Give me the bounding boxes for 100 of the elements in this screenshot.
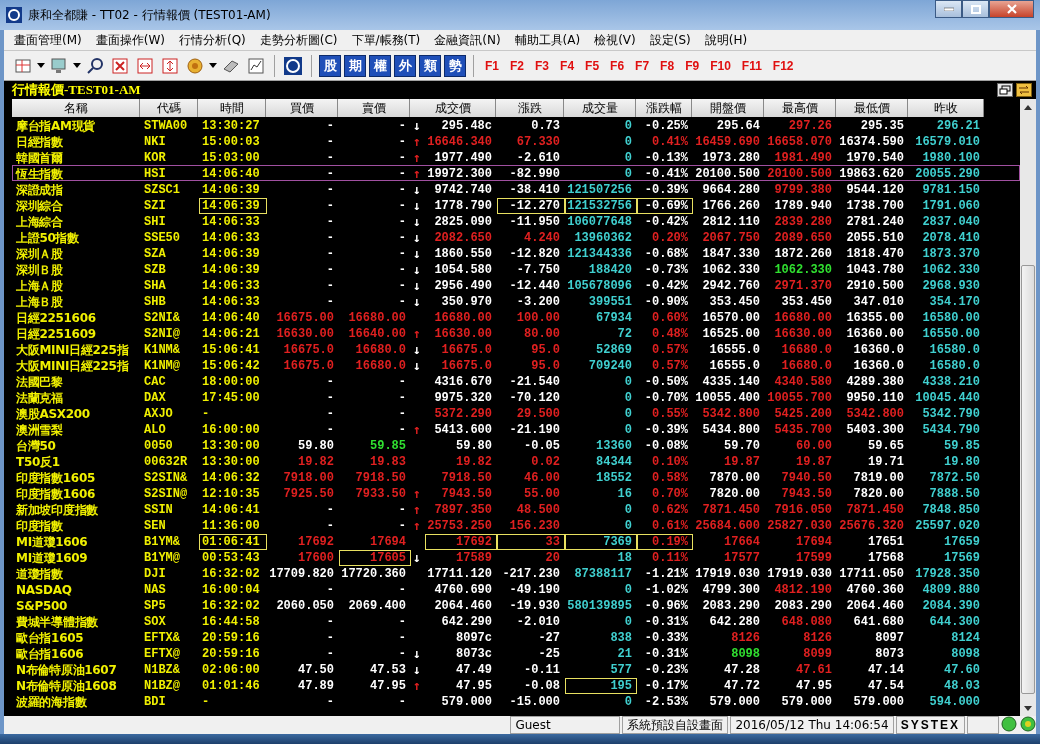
column-header[interactable]: 昨收	[908, 99, 984, 117]
column-header[interactable]: 漲跌	[496, 99, 564, 117]
column-header[interactable]: 最高價	[764, 99, 836, 117]
market-button[interactable]: 權	[369, 54, 391, 77]
split-horizontal-icon[interactable]	[135, 55, 155, 76]
table-cell-text: -	[397, 214, 407, 230]
table-cell-text: 14:06:21	[201, 326, 261, 342]
table-cell-text: 17711.050	[838, 566, 905, 582]
table-cell-text: 121344336	[566, 246, 633, 262]
table-cell-text: 8126	[730, 630, 761, 646]
function-key-button[interactable]: F12	[768, 58, 798, 73]
column-header[interactable]: 賣價	[338, 99, 410, 117]
column-header[interactable]: 漲跌幅	[636, 99, 692, 117]
table-cell-text: -19.930	[508, 598, 561, 614]
function-key-button[interactable]: F3	[531, 58, 554, 73]
table-cell-text: 5342.790	[921, 406, 981, 422]
table-cell-text: 17720.360	[340, 566, 407, 582]
column-header[interactable]: 成交量	[564, 99, 636, 117]
table-cell-text: 0	[623, 422, 633, 438]
function-key-button[interactable]: F1	[481, 58, 503, 73]
table-cell-text: 2910.500	[845, 278, 905, 294]
menu-item[interactable]: 金融資訊(N)	[428, 30, 507, 50]
split-vertical-icon[interactable]	[160, 55, 180, 76]
table-cell-text: 歐台指1605	[15, 630, 85, 646]
market-button[interactable]: 外	[394, 54, 416, 77]
function-key-button[interactable]: F8	[656, 58, 679, 73]
function-key-button[interactable]: F2	[506, 58, 529, 73]
table-cell-text: 16675.0	[440, 342, 493, 358]
column-header[interactable]: 成交價	[410, 99, 496, 117]
function-key-button[interactable]: F5	[581, 58, 604, 73]
menu-item[interactable]: 輔助工具(A)	[508, 30, 587, 50]
table-cell-text: -	[397, 230, 407, 246]
function-key-button[interactable]: F6	[606, 58, 629, 73]
table-cell-text: -2.610	[515, 150, 561, 166]
chart-icon[interactable]	[246, 55, 266, 76]
table-cell-text: 67.330	[515, 134, 561, 150]
table-cell-text: 17568	[867, 550, 905, 566]
table-cell-text: 25684.600	[694, 518, 761, 534]
table-cell-text: 8126	[802, 630, 833, 646]
menu-item[interactable]: 設定(S)	[643, 30, 697, 50]
scroll-thumb[interactable]	[1021, 265, 1035, 694]
table-cell-text: -	[397, 294, 407, 310]
table-cell-text: 0.55%	[651, 406, 689, 422]
menu-item[interactable]: 畫面操作(W)	[89, 30, 171, 50]
column-header[interactable]: 時間	[198, 99, 266, 117]
table-cell-text: 17694	[795, 534, 833, 550]
table-cell-text: -2.53%	[643, 694, 689, 710]
function-key-button[interactable]: F9	[681, 58, 704, 73]
function-key-button[interactable]: F10	[706, 58, 735, 73]
menu-item[interactable]: 行情分析(Q)	[172, 30, 252, 50]
table-cell-text: CAC	[143, 374, 167, 390]
table-cell-text: 2078.410	[921, 230, 981, 246]
table-cell-text: 20100.500	[766, 166, 833, 182]
market-button[interactable]: 類	[419, 54, 441, 77]
caret-icon[interactable]	[73, 63, 81, 68]
table-cell-text: DJI	[143, 566, 167, 582]
table-cell-text: -	[325, 150, 335, 166]
table-cell-text: 156.230	[508, 518, 561, 534]
column-header[interactable]: 買價	[266, 99, 338, 117]
table-cell-text: 深圳綜合	[15, 198, 64, 214]
table-cell-text: 121507256	[566, 182, 633, 198]
scroll-up-icon[interactable]	[1024, 104, 1032, 110]
maximize-button[interactable]	[962, 0, 989, 18]
table-cell: 01:06:41	[199, 534, 267, 550]
menu-item[interactable]: 說明(H)	[698, 30, 754, 50]
caret-icon[interactable]	[37, 63, 45, 68]
function-key-button[interactable]: F4	[556, 58, 579, 73]
market-button[interactable]: 期	[344, 54, 366, 77]
scrollbar[interactable]	[1020, 99, 1036, 716]
close-button[interactable]	[989, 0, 1034, 18]
caret-icon[interactable]	[209, 63, 217, 68]
table-cell-text: 韓國首爾	[15, 150, 64, 166]
search-icon[interactable]	[85, 55, 105, 76]
close-icon[interactable]	[110, 55, 130, 76]
column-header[interactable]: 最低價	[836, 99, 908, 117]
function-key-button[interactable]: F11	[737, 58, 766, 73]
menu-item[interactable]: 檢視(V)	[588, 30, 642, 50]
table-cell-text: 道瓊指數	[15, 566, 64, 582]
column-header[interactable]: 代碼	[140, 99, 198, 117]
market-button[interactable]: 股	[319, 54, 341, 77]
scroll-down-icon[interactable]	[1024, 705, 1032, 711]
table-cell-text: 16680.0	[354, 358, 407, 374]
function-key-button[interactable]: F7	[631, 58, 654, 73]
menu-item[interactable]: 下單/帳務(T)	[345, 30, 427, 50]
market-button[interactable]: 勢	[444, 54, 466, 77]
menu-item[interactable]: 走勢分析圖(C)	[253, 30, 344, 50]
close-icon[interactable]	[1006, 4, 1017, 14]
table-cell: 17605	[339, 550, 411, 566]
minimize-button[interactable]	[935, 0, 962, 18]
monitor-icon[interactable]	[49, 55, 69, 76]
logo-icon[interactable]	[283, 55, 303, 76]
column-header[interactable]: 名稱	[12, 99, 140, 117]
brand-label: SYSTEX	[895, 716, 965, 734]
menu-item[interactable]: 畫面管理(M)	[8, 30, 88, 50]
trend-arrow: ↑	[413, 423, 422, 437]
restore-window-icon[interactable]	[997, 83, 1013, 97]
column-header[interactable]: 開盤價	[692, 99, 764, 117]
table-cell-text: SHB	[143, 294, 167, 310]
table-cell-text: 19.80	[943, 454, 981, 470]
table-cell-text: -0.11	[523, 662, 561, 678]
